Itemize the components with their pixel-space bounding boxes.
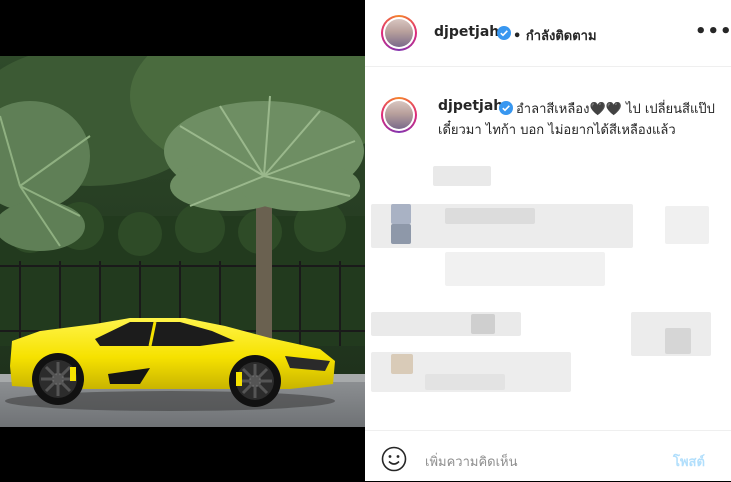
- media-panel: [0, 0, 365, 481]
- caption-avatar[interactable]: [381, 97, 417, 133]
- verified-badge-icon: [499, 101, 513, 115]
- comment-bar: เพิ่มความคิดเห็น โพสต์: [365, 430, 731, 482]
- caption-username[interactable]: djpetjah: [438, 98, 503, 114]
- author-username[interactable]: djpetjah: [434, 24, 499, 40]
- verified-badge-icon: [497, 26, 511, 40]
- follow-status[interactable]: • กำลังติดตาม: [513, 25, 597, 46]
- pixelated-comments-area: [365, 160, 731, 420]
- more-options-icon[interactable]: •••: [695, 21, 731, 42]
- post-button[interactable]: โพสต์: [673, 451, 705, 472]
- emoji-icon[interactable]: [381, 446, 407, 472]
- post-details-panel: djpetjah • กำลังติดตาม ••• อำลาสีเหลือง🖤…: [365, 0, 731, 481]
- comment-input[interactable]: เพิ่มความคิดเห็น: [425, 451, 518, 472]
- post-photo[interactable]: [0, 56, 365, 427]
- author-avatar[interactable]: [381, 15, 417, 51]
- post-header: djpetjah • กำลังติดตาม •••: [365, 0, 731, 67]
